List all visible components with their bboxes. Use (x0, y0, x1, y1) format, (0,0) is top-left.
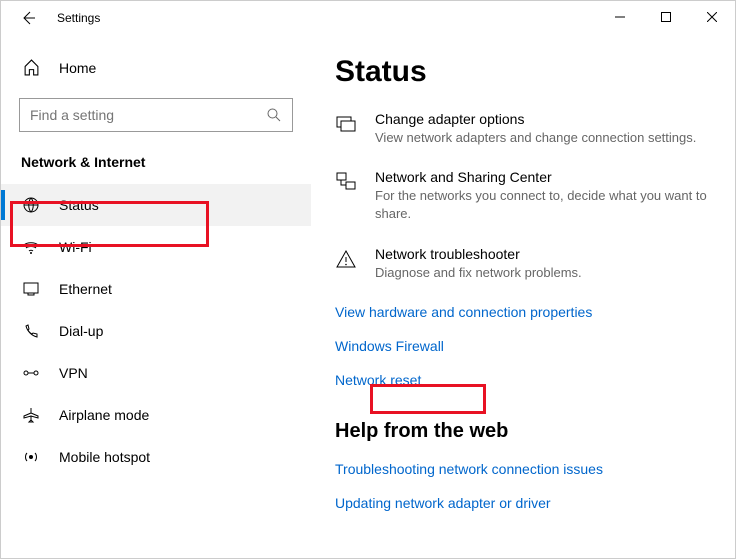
nav-label: Wi-Fi (59, 239, 92, 255)
vpn-icon (21, 364, 41, 382)
sharing-icon (335, 169, 359, 223)
setting-adapter-options[interactable]: Change adapter options View network adap… (335, 111, 711, 147)
sidebar-item-hotspot[interactable]: Mobile hotspot (1, 436, 311, 478)
nav-label: Mobile hotspot (59, 449, 150, 465)
sidebar-home[interactable]: Home (1, 51, 311, 84)
dialup-icon (21, 322, 41, 340)
hotspot-icon (21, 448, 41, 466)
sidebar-item-wifi[interactable]: Wi-Fi (1, 226, 311, 268)
maximize-button[interactable] (643, 1, 689, 33)
window-title: Settings (57, 11, 100, 25)
content-area: Status Change adapter options View netwo… (311, 35, 735, 558)
setting-title: Change adapter options (375, 111, 711, 127)
wifi-icon (21, 238, 41, 256)
home-icon (21, 59, 41, 76)
nav-label: Airplane mode (59, 407, 149, 423)
sidebar: Home Network & Internet Status Wi-Fi Eth… (1, 35, 311, 558)
page-title: Status (335, 55, 711, 89)
sidebar-item-dialup[interactable]: Dial-up (1, 310, 311, 352)
setting-desc: Diagnose and fix network problems. (375, 264, 711, 282)
home-label: Home (59, 60, 96, 76)
airplane-icon (21, 406, 41, 424)
back-button[interactable] (13, 3, 43, 33)
sidebar-item-status[interactable]: Status (1, 184, 311, 226)
close-button[interactable] (689, 1, 735, 33)
sidebar-item-vpn[interactable]: VPN (1, 352, 311, 394)
nav-label: Ethernet (59, 281, 112, 297)
link-windows-firewall[interactable]: Windows Firewall (335, 338, 711, 354)
minimize-button[interactable] (597, 1, 643, 33)
search-icon (266, 107, 282, 123)
sidebar-item-ethernet[interactable]: Ethernet (1, 268, 311, 310)
setting-title: Network troubleshooter (375, 246, 711, 262)
help-header: Help from the web (335, 420, 711, 443)
status-icon (21, 196, 41, 214)
nav-label: Dial-up (59, 323, 103, 339)
setting-troubleshooter[interactable]: Network troubleshooter Diagnose and fix … (335, 246, 711, 282)
sidebar-item-airplane[interactable]: Airplane mode (1, 394, 311, 436)
setting-title: Network and Sharing Center (375, 169, 711, 185)
setting-sharing-center[interactable]: Network and Sharing Center For the netwo… (335, 169, 711, 223)
help-link-troubleshooting[interactable]: Troubleshooting network connection issue… (335, 461, 711, 477)
setting-desc: View network adapters and change connect… (375, 129, 711, 147)
nav-label: Status (59, 197, 99, 213)
ethernet-icon (21, 280, 41, 298)
section-header: Network & Internet (1, 154, 311, 184)
link-hardware-properties[interactable]: View hardware and connection properties (335, 304, 711, 320)
nav-label: VPN (59, 365, 88, 381)
search-field[interactable] (30, 107, 266, 123)
link-network-reset[interactable]: Network reset (335, 372, 711, 388)
search-input[interactable] (19, 98, 293, 132)
adapter-icon (335, 111, 359, 147)
setting-desc: For the networks you connect to, decide … (375, 187, 711, 223)
troubleshoot-icon (335, 246, 359, 282)
help-link-updating[interactable]: Updating network adapter or driver (335, 495, 711, 511)
